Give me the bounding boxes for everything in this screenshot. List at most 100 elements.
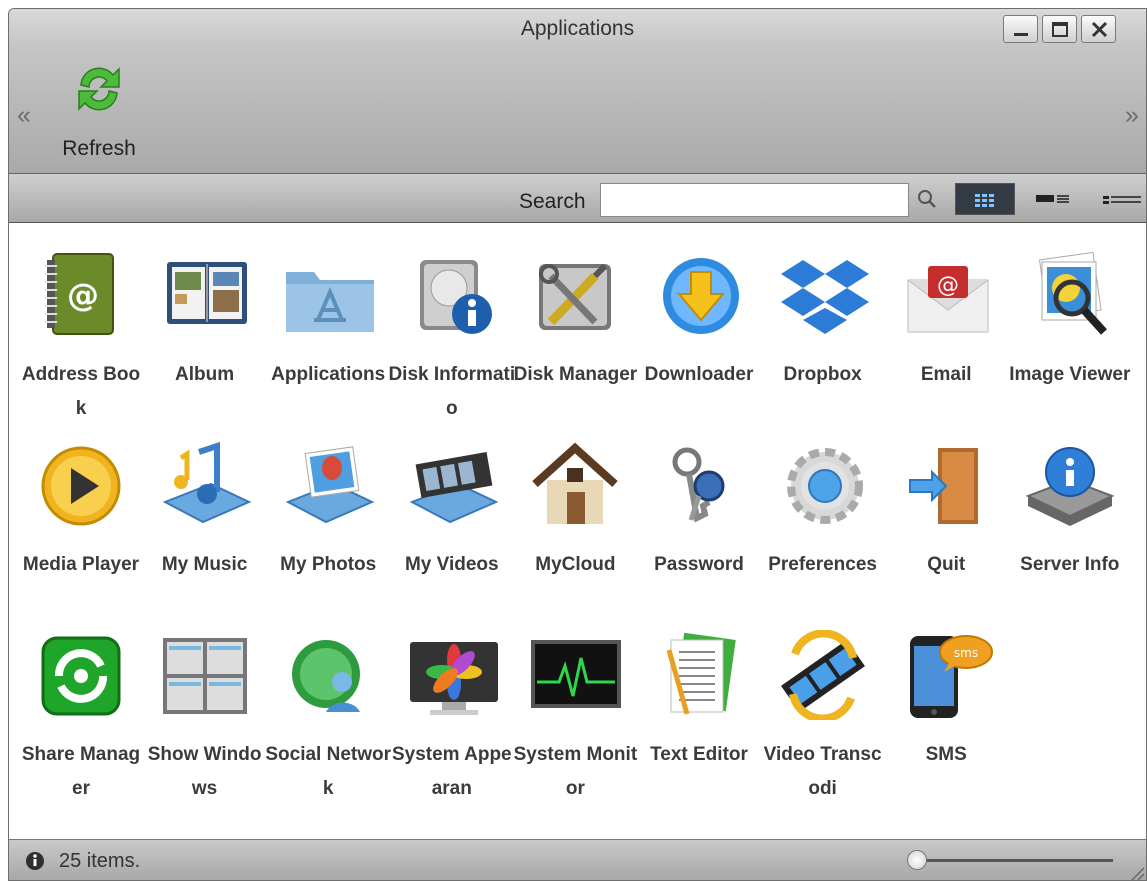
app-label: Media Player (22, 554, 140, 575)
app-my-videos[interactable]: My Videos (388, 424, 516, 614)
album-icon (155, 250, 255, 340)
app-password[interactable]: Password (635, 424, 763, 614)
share-manager-icon (31, 630, 131, 720)
scroll-right-button[interactable]: » (1125, 101, 1139, 130)
applications-folder-icon (278, 250, 378, 340)
zoom-slider-thumb[interactable] (907, 850, 927, 870)
applications-window: Applications « » Refresh Search @ Addres… (8, 8, 1147, 881)
app-label: Server Info (1020, 554, 1120, 575)
app-label: MyCloud (535, 554, 616, 575)
app-system-appearan[interactable]: System Appearan (388, 614, 516, 804)
app-label: Share Manager (21, 744, 141, 799)
app-mycloud[interactable]: MyCloud (511, 424, 639, 614)
app-downloader[interactable]: Downloader (635, 234, 763, 424)
refresh-label: Refresh (62, 137, 136, 160)
system-monitor-icon (525, 630, 625, 720)
app-label: Email (920, 364, 972, 385)
app-media-player[interactable]: Media Player (17, 424, 145, 614)
app-label: Disk Manager (513, 364, 638, 385)
app-disk-informatio[interactable]: Disk Informatio (388, 234, 516, 424)
maximize-button[interactable] (1042, 15, 1077, 43)
app-label: Video Transcodi (763, 744, 882, 799)
search-toolbar: Search (9, 173, 1146, 223)
title-bar[interactable]: Applications « » Refresh (9, 9, 1146, 173)
email-icon: @ (896, 250, 996, 340)
app-sms[interactable]: sms SMS (882, 614, 1010, 804)
resize-grip-icon[interactable] (1126, 862, 1146, 881)
minimize-button[interactable] (1003, 15, 1038, 43)
video-transcoding-icon (773, 630, 873, 720)
app-applications[interactable]: Applications (264, 234, 392, 424)
media-player-icon (31, 440, 131, 530)
app-label: SMS (925, 744, 967, 765)
zoom-slider-track[interactable] (915, 859, 1113, 862)
detail-view-button[interactable] (1032, 189, 1076, 211)
app-my-music[interactable]: My Music (141, 424, 269, 614)
text-editor-icon (649, 630, 749, 720)
app-label: My Videos (404, 554, 499, 575)
app-label: Applications (271, 364, 386, 385)
close-button[interactable] (1081, 15, 1116, 43)
system-appearance-icon (402, 630, 502, 720)
svg-text:@: @ (67, 276, 99, 314)
app-share-manager[interactable]: Share Manager (17, 614, 145, 804)
mycloud-home-icon (525, 440, 625, 530)
app-label: Album (175, 364, 235, 385)
app-label: Show Windows (147, 744, 262, 799)
app-label: Password (654, 554, 744, 575)
my-videos-icon (402, 440, 502, 530)
list-view-icon (1103, 196, 1141, 204)
app-email[interactable]: @ Email (882, 234, 1010, 424)
app-label: Downloader (644, 364, 754, 385)
app-image-viewer[interactable]: Image Viewer (1006, 234, 1134, 424)
preferences-gear-icon (773, 440, 873, 530)
sms-badge-text: sms (954, 646, 978, 660)
app-label: System Monitor (513, 744, 638, 799)
downloader-icon (649, 250, 749, 340)
applications-grid: @ Address Book Album Applications Disk In… (9, 224, 1146, 839)
app-label: Quit (927, 554, 966, 575)
app-address-book[interactable]: @ Address Book (17, 234, 145, 424)
refresh-button[interactable]: Refresh (51, 59, 147, 171)
svg-text:@: @ (937, 273, 959, 298)
close-icon (1091, 21, 1108, 38)
minimize-icon (1014, 33, 1028, 36)
maximize-icon (1052, 22, 1068, 37)
app-dropbox[interactable]: Dropbox (759, 234, 887, 424)
search-input[interactable] (600, 183, 909, 217)
app-label: Dropbox (783, 364, 862, 385)
app-label: System Appearan (391, 744, 512, 799)
disk-information-icon (402, 250, 502, 340)
password-keys-icon (649, 440, 749, 530)
scroll-left-button[interactable]: « (17, 101, 31, 130)
app-social-network[interactable]: Social Network (264, 614, 392, 804)
window-title: Applications (520, 17, 635, 40)
grid-view-button[interactable] (955, 183, 1015, 215)
social-network-icon (278, 630, 378, 720)
app-label: Text Editor (650, 744, 748, 765)
app-label: My Music (161, 554, 248, 575)
list-view-button[interactable] (1097, 189, 1146, 211)
my-music-icon (155, 440, 255, 530)
refresh-icon (78, 67, 120, 111)
show-windows-icon (155, 630, 255, 720)
search-icon[interactable] (916, 188, 938, 210)
app-label: Social Network (265, 744, 392, 799)
app-system-monitor[interactable]: System Monitor (511, 614, 639, 804)
app-disk-manager[interactable]: Disk Manager (511, 234, 639, 424)
app-text-editor[interactable]: Text Editor (635, 614, 763, 804)
status-bar: 25 items. (9, 839, 1146, 881)
app-my-photos[interactable]: My Photos (264, 424, 392, 614)
app-album[interactable]: Album (141, 234, 269, 424)
app-preferences[interactable]: Preferences (759, 424, 887, 614)
item-count-text: 25 items. (59, 850, 141, 872)
server-info-icon (1020, 440, 1120, 530)
search-label: Search (519, 190, 586, 213)
app-quit[interactable]: Quit (882, 424, 1010, 614)
app-server-info[interactable]: Server Info (1006, 424, 1134, 614)
app-show-windows[interactable]: Show Windows (141, 614, 269, 804)
quit-door-icon (896, 440, 996, 530)
app-video-transcodi[interactable]: Video Transcodi (759, 614, 887, 804)
app-label: Image Viewer (1009, 364, 1131, 385)
app-label: My Photos (280, 554, 377, 575)
